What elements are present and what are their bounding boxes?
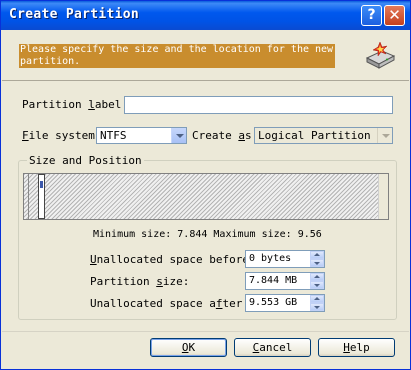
partition-divider (28, 174, 29, 219)
cancel-button[interactable]: Cancel (234, 338, 311, 357)
header-band: Please specify the size and the location… (2, 30, 409, 81)
unallocated-before-label: Unallocated space before: (90, 253, 256, 266)
create-as-value: Logical Partition (258, 129, 371, 142)
partition-bar-end (378, 174, 388, 219)
partition-block-handle[interactable] (38, 174, 45, 219)
disk-partition-icon (365, 41, 396, 69)
partition-layout-bar[interactable] (23, 173, 389, 220)
partition-size-label: Partition size: (90, 275, 190, 288)
unallocated-before-spinner[interactable]: 0 bytes (245, 250, 325, 268)
instruction-text: Please specify the size and the location… (19, 44, 335, 68)
file-system-select[interactable]: NTFS (96, 127, 187, 144)
chevron-down-icon[interactable] (377, 128, 392, 143)
min-max-size-text: Minimum size: 7.844 Maximum size: 9.56 ( (93, 229, 326, 240)
unallocated-before-value: 0 bytes (249, 253, 292, 264)
unallocated-after-spinner[interactable]: 9.553 GB (245, 294, 325, 312)
unallocated-after-value: 9.553 GB (249, 297, 298, 308)
help-rest: elp (349, 341, 370, 354)
ok-rest: K (188, 341, 196, 354)
partition-size-spinner[interactable]: 7.844 MB (245, 272, 325, 290)
spinner-buttons (310, 273, 324, 289)
create-as-select[interactable]: Logical Partition (254, 127, 393, 144)
spinner-up-icon[interactable] (310, 251, 324, 259)
partition-block-mark (40, 181, 43, 188)
partition-label-input[interactable] (124, 96, 393, 114)
spinner-buttons (310, 251, 324, 267)
file-system-label: File system: (22, 129, 102, 142)
button-separator (2, 331, 409, 332)
chevron-down-icon[interactable] (171, 128, 186, 143)
spinner-down-icon[interactable] (310, 303, 324, 311)
help-button[interactable]: Help (318, 338, 395, 357)
spinner-down-icon[interactable] (310, 281, 324, 289)
unallocated-after-label: Unallocated space after: (90, 297, 249, 310)
spinner-down-icon[interactable] (310, 259, 324, 267)
partition-label-label: Partition label: (22, 98, 128, 111)
file-system-value: NTFS (100, 129, 127, 142)
ok-accel: O (181, 341, 189, 354)
title-bar[interactable]: Create Partition ? ✕ (1, 1, 410, 30)
spinner-up-icon[interactable] (310, 273, 324, 281)
create-as-label: Create as: (192, 129, 259, 142)
cancel-rest: ancel (259, 341, 293, 354)
ok-button[interactable]: OK (150, 338, 227, 357)
spinner-up-icon[interactable] (310, 295, 324, 303)
close-button[interactable]: ✕ (384, 5, 405, 26)
window-title: Create Partition (9, 7, 140, 22)
create-partition-dialog: Create Partition ? ✕ Please specify the … (0, 0, 411, 370)
partition-size-value: 7.844 MB (249, 275, 298, 286)
spinner-buttons (310, 295, 324, 311)
size-position-title: Size and Position (27, 154, 144, 167)
help-title-button[interactable]: ? (361, 5, 382, 26)
help-accel: H (343, 341, 350, 354)
